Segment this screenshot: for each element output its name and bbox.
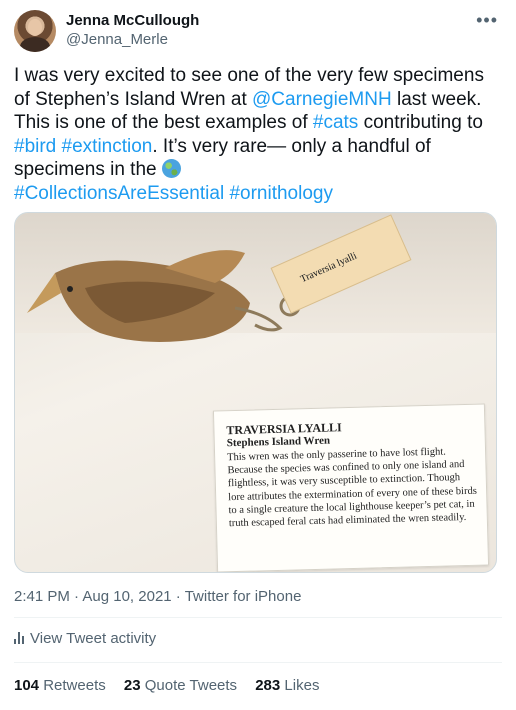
quote-tweets-label: Quote Tweets <box>144 677 238 694</box>
specimen-tag-text: Traversia lyalli <box>298 250 359 286</box>
engagement-stats: 104 Retweets 23 Quote Tweets 283 Likes <box>14 677 333 694</box>
author-name[interactable]: Jenna McCullough <box>66 12 199 30</box>
tweet-date[interactable]: Aug 10, 2021 <box>82 588 171 605</box>
tweet-text: I was very excited to see one of the ver… <box>14 64 504 205</box>
meta-separator: · <box>171 588 185 605</box>
author-handle[interactable]: @Jenna_Merle <box>66 31 168 49</box>
mention-link[interactable]: @CarnegieMNH <box>252 89 392 110</box>
retweets-count: 104 <box>14 677 40 694</box>
museum-placard: TRAVERSIA LYALLI Stephens Island Wren Th… <box>212 403 490 572</box>
likes-stat[interactable]: 283 Likes <box>255 677 319 694</box>
avatar-face <box>28 19 42 36</box>
retweets-label: Retweets <box>43 677 106 694</box>
divider <box>14 617 502 618</box>
tweet-time[interactable]: 2:41 PM <box>14 588 70 605</box>
tweet-header: Jenna McCullough @Jenna_Merle ••• <box>14 10 502 54</box>
more-options-icon[interactable]: ••• <box>476 10 498 31</box>
meta-separator: · <box>69 588 83 605</box>
tweet-card: Jenna McCullough @Jenna_Merle ••• I was … <box>0 0 516 710</box>
avatar-shoulders <box>20 37 50 52</box>
placard-subtitle: Stephens Island Wren <box>226 434 331 450</box>
quote-tweets-count: 23 <box>123 677 141 694</box>
tweet-meta: 2:41 PM · Aug 10, 2021 · Twitter for iPh… <box>14 588 301 605</box>
likes-label: Likes <box>284 677 320 694</box>
tweet-text-part: contributing to <box>358 112 489 133</box>
avatar[interactable] <box>14 10 56 52</box>
hashtag-bird[interactable]: #bird <box>14 136 56 157</box>
divider <box>14 662 502 663</box>
tweet-photo[interactable]: Traversia lyalli TRAVERSIA LYALLI Stephe… <box>14 212 497 573</box>
hashtag-collections[interactable]: #CollectionsAreEssential <box>14 183 224 204</box>
tweet-source[interactable]: Twitter for iPhone <box>185 588 302 605</box>
hashtag-ornithology[interactable]: #ornithology <box>229 183 333 204</box>
view-activity-link[interactable]: View Tweet activity <box>14 630 156 647</box>
hashtag-extinction[interactable]: #extinction <box>62 136 153 157</box>
view-activity-label: View Tweet activity <box>30 630 157 647</box>
placard-body: This wren was the only passerine to have… <box>227 446 477 530</box>
analytics-bars-icon <box>14 632 26 644</box>
quote-tweets-stat[interactable]: 23 Quote Tweets <box>124 677 237 694</box>
globe-emoji-icon <box>161 159 181 178</box>
retweets-stat[interactable]: 104 Retweets <box>14 677 106 694</box>
likes-count: 283 <box>255 677 281 694</box>
hashtag-cats[interactable]: #cats <box>313 112 358 133</box>
